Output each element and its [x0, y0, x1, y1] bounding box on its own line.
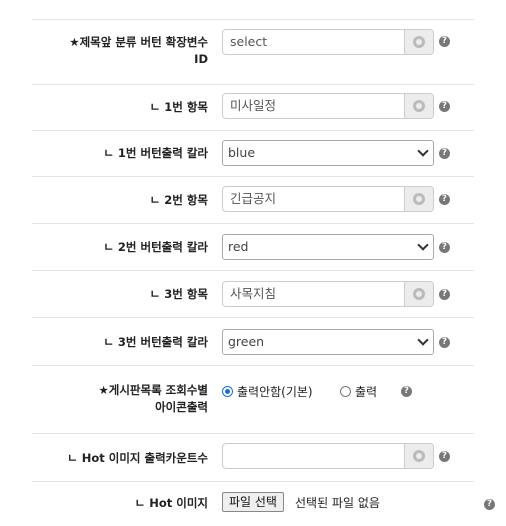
help-icon[interactable]: ? [484, 499, 495, 510]
radio-no-output[interactable]: 출력안함(기본) [222, 383, 313, 400]
item-2-color-select[interactable]: red [222, 234, 434, 260]
item-3-input[interactable]: 사목지침 [222, 281, 434, 307]
item-3-color-select[interactable]: green [222, 329, 434, 355]
field-label: ㄴ Hot 이미지 [134, 496, 208, 510]
item-1-color-select[interactable]: blue [222, 140, 434, 166]
row-hot-image-count: ㄴ Hot 이미지 출력카운트수 ? [32, 433, 474, 481]
help-icon[interactable]: ? [439, 337, 450, 348]
radio-checked-icon [222, 386, 233, 397]
reset-button[interactable] [404, 94, 433, 118]
radio-label: 출력 [355, 385, 378, 399]
row-item-1: ㄴ 1번 항목 미사일정 ? [32, 84, 474, 130]
row-category-var-id: ★제목앞 분류 버턴 확장변수 ID select ? [32, 19, 474, 84]
reset-button[interactable] [404, 30, 433, 54]
reset-icon [413, 288, 425, 300]
reset-icon [413, 193, 425, 205]
field-label: ★게시판목록 조회수별 아이콘출력 [32, 382, 208, 416]
help-icon[interactable]: ? [439, 289, 450, 300]
select-value: green [228, 334, 265, 349]
item-2-input[interactable]: 긴급공지 [222, 186, 434, 212]
radio-unchecked-icon [340, 386, 351, 397]
field-label: ㄴ 1번 버턴출력 칼라 [103, 146, 208, 160]
hot-image-count-input[interactable] [222, 443, 434, 469]
help-icon[interactable]: ? [439, 194, 450, 205]
input-value: select [230, 34, 268, 49]
field-label: ㄴ 1번 항목 [149, 100, 208, 114]
field-label: ㄴ 2번 버턴출력 칼라 [103, 240, 208, 254]
reset-icon [413, 100, 425, 112]
select-value: blue [228, 145, 256, 160]
help-icon[interactable]: ? [439, 148, 450, 159]
input-value: 긴급공지 [230, 191, 277, 206]
label-line1: ★제목앞 분류 버턴 확장변수 [69, 35, 208, 49]
settings-form: ★제목앞 분류 버턴 확장변수 ID select ? ㄴ 1번 항목 미사일정… [0, 0, 506, 525]
field-label: ㄴ Hot 이미지 출력카운트수 [67, 451, 208, 465]
help-icon[interactable]: ? [439, 451, 450, 462]
select-value: red [228, 239, 249, 254]
chevron-down-icon [417, 239, 429, 251]
input-value: 미사일정 [230, 98, 277, 113]
row-item-2: ㄴ 2번 항목 긴급공지 ? [32, 176, 474, 223]
reset-button[interactable] [404, 444, 433, 468]
row-item-2-color: ㄴ 2번 버턴출력 칼라 red ? [32, 223, 474, 270]
field-label: ㄴ 2번 항목 [149, 193, 208, 207]
file-status: 선택된 파일 없음 [295, 496, 380, 510]
field-label: ㄴ 3번 항목 [149, 287, 208, 301]
radio-label: 출력안함(기본) [237, 385, 313, 399]
file-select-button[interactable]: 파일 선택 [222, 492, 284, 512]
label-line2: ID [194, 52, 208, 66]
row-item-1-color: ㄴ 1번 버턴출력 칼라 blue ? [32, 130, 474, 176]
label-line1: ★게시판목록 조회수별 [98, 383, 208, 397]
item-1-input[interactable]: 미사일정 [222, 93, 434, 119]
reset-button[interactable] [404, 187, 433, 211]
chevron-down-icon [417, 145, 429, 157]
reset-icon [413, 36, 425, 48]
reset-button[interactable] [404, 282, 433, 306]
row-item-3: ㄴ 3번 항목 사목지침 ? [32, 270, 474, 317]
row-hit-icon-output: ★게시판목록 조회수별 아이콘출력 출력안함(기본) 출력 ? [32, 365, 474, 433]
help-icon[interactable]: ? [439, 101, 450, 112]
category-var-id-input[interactable]: select [222, 29, 434, 55]
row-hot-image: ㄴ Hot 이미지 파일 선택 선택된 파일 없음 ? [32, 481, 495, 526]
input-value: 사목지침 [230, 286, 277, 301]
reset-icon [413, 450, 425, 462]
field-label: ㄴ 3번 버턴출력 칼라 [103, 335, 208, 349]
field-label: ★제목앞 분류 버턴 확장변수 ID [32, 34, 208, 68]
chevron-down-icon [417, 334, 429, 346]
row-item-3-color: ㄴ 3번 버턴출력 칼라 green ? [32, 317, 474, 365]
help-icon[interactable]: ? [439, 242, 450, 253]
label-line2: 아이콘출력 [155, 400, 208, 414]
help-icon[interactable]: ? [401, 386, 412, 397]
radio-output[interactable]: 출력 [340, 383, 377, 400]
help-icon[interactable]: ? [439, 36, 450, 47]
